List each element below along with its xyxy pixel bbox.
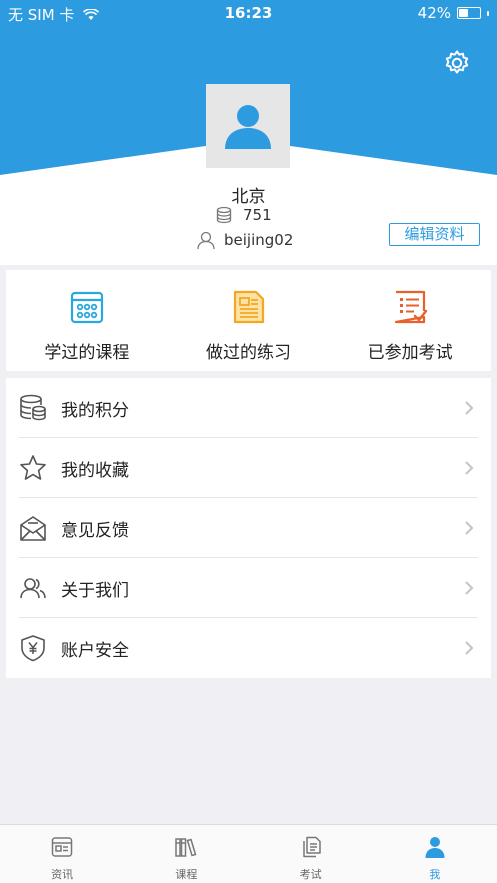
chevron-right-icon [465,641,474,655]
menu-item-about[interactable]: 关于我们 [6,558,491,618]
news-icon [51,837,73,857]
quick-action-exercises[interactable]: 做过的练习 [168,270,330,371]
chevron-right-icon [465,461,474,475]
menu-item-label: 关于我们 [61,580,129,601]
shield-yen-icon [21,635,45,662]
person-icon [425,837,445,858]
star-icon [20,455,46,480]
profile-name: 北京 [231,187,266,207]
coins-icon [216,206,232,224]
battery-tip [487,10,489,16]
chevron-right-icon [465,581,474,595]
tab-label: 资讯 [51,868,74,881]
exam-icon [302,836,321,858]
books-icon [175,838,197,857]
menu-item-feedback[interactable]: 意见反馈 [6,498,491,558]
feedback-mail-icon [20,516,46,541]
menu-item-label: 意见反馈 [61,520,129,541]
menu-item-label: 我的收藏 [61,460,129,481]
quick-action-label: 已参加考试 [367,343,453,363]
user-silhouette-icon [225,105,271,149]
checklist-icon [395,290,428,324]
profile-header: 无 SIM 卡 16:23 42% 北京 751 beijing02 编辑资料 [0,0,497,265]
menu-item-label: 账户安全 [61,640,129,661]
menu-item-points[interactable]: 我的积分 [6,378,491,438]
menu-item-favorites[interactable]: 我的收藏 [6,438,491,498]
menu-item-label: 我的积分 [61,400,129,421]
gear-icon[interactable] [443,49,471,77]
edit-profile-button[interactable]: 编辑资料 [389,223,480,246]
tab-label: 课程 [175,868,198,881]
tab-label: 我 [429,868,441,881]
avatar[interactable] [206,84,290,168]
tab-courses[interactable]: 课程 [124,825,248,883]
tab-label: 考试 [299,868,322,881]
battery-fill [459,9,469,17]
people-icon [20,578,46,599]
document-icon [233,290,264,324]
quick-action-label: 学过的课程 [44,343,130,363]
battery-percent: 42% [417,4,451,22]
menu-item-security[interactable]: 账户安全 [6,618,491,678]
settings-menu: 我的积分 我的收藏 意见反馈 关于我们 账户安全 [6,378,491,678]
quick-action-label: 做过的练习 [206,343,291,363]
tab-me[interactable]: 我 [373,825,497,883]
chevron-right-icon [465,521,474,535]
user-outline-icon [197,231,215,250]
points-value: 751 [243,206,272,224]
tab-bar: 资讯 课程 考试 我 [0,824,497,883]
tab-exams[interactable]: 考试 [249,825,373,883]
quick-action-courses[interactable]: 学过的课程 [6,270,168,371]
battery-icon [457,7,481,19]
coins-icon [20,394,46,421]
calendar-icon [70,291,103,324]
tab-news[interactable]: 资讯 [0,825,124,883]
status-bar: 无 SIM 卡 16:23 42% [0,0,497,26]
chevron-right-icon [465,401,474,415]
quick-actions: 学过的课程 做过的练习 已参加考试 [6,270,491,371]
username-value: beijing02 [224,231,294,249]
quick-action-exams[interactable]: 已参加考试 [329,270,491,371]
profile-username: beijing02 [196,230,293,250]
profile-points: 751 [215,206,272,224]
